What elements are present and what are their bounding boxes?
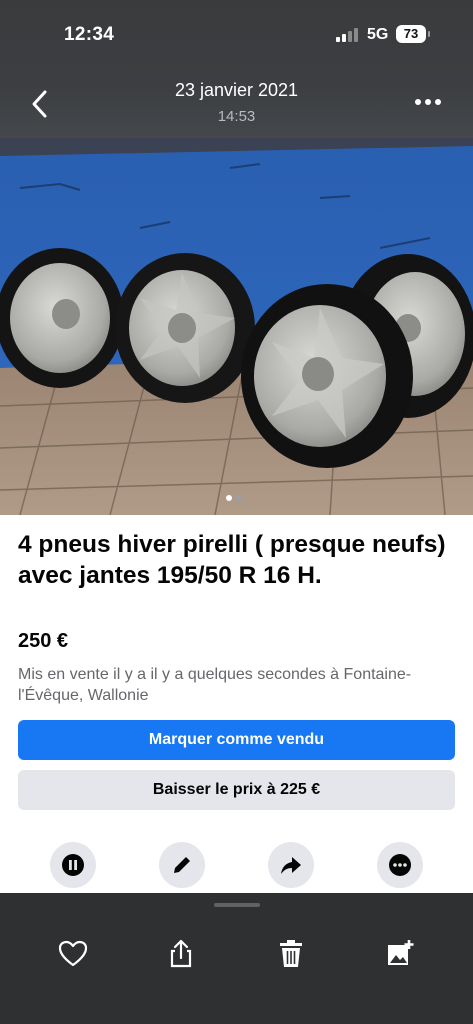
listing-price: 250 € bbox=[18, 630, 69, 652]
listing-photo[interactable] bbox=[0, 138, 473, 515]
pause-listing-button[interactable] bbox=[50, 842, 96, 888]
more-options-button[interactable] bbox=[412, 90, 444, 114]
heart-icon bbox=[58, 940, 88, 967]
add-photo-button[interactable] bbox=[383, 937, 417, 971]
lower-price-button[interactable]: Baisser le prix à 225 € bbox=[18, 770, 455, 810]
listing-meta: Mis en vente il y a il y a quelques seco… bbox=[18, 666, 412, 704]
favorite-button[interactable] bbox=[56, 937, 90, 971]
listing-title: 4 pneus hiver pirelli ( presque neufs) a… bbox=[18, 531, 446, 589]
trash-icon bbox=[280, 940, 302, 967]
tires-photo bbox=[0, 138, 473, 515]
more-horizontal-icon bbox=[415, 99, 441, 105]
pause-icon bbox=[62, 854, 84, 876]
share-icon bbox=[170, 939, 192, 968]
share-listing-button[interactable] bbox=[268, 842, 314, 888]
sheet-grabber[interactable] bbox=[214, 903, 260, 907]
add-photo-icon bbox=[388, 940, 414, 965]
status-time: 12:34 bbox=[64, 24, 115, 45]
photo-page-indicator bbox=[226, 488, 244, 506]
delete-button[interactable] bbox=[274, 937, 308, 971]
cellular-signal-icon bbox=[336, 28, 360, 42]
network-type: 5G bbox=[367, 26, 389, 43]
message-date: 23 janvier 2021 bbox=[174, 80, 299, 100]
pencil-icon bbox=[174, 857, 190, 873]
status-bar: 12:34 5G 73 bbox=[0, 0, 473, 66]
edit-listing-button[interactable] bbox=[159, 842, 205, 888]
share-button[interactable] bbox=[164, 937, 198, 971]
battery-icon: 73 bbox=[396, 25, 430, 43]
listing-details: 4 pneus hiver pirelli ( presque neufs) a… bbox=[0, 515, 473, 893]
more-actions-button[interactable] bbox=[377, 842, 423, 888]
mark-as-sold-button[interactable]: Marquer comme vendu bbox=[18, 720, 455, 760]
nav-bar: 23 janvier 2021 14:53 bbox=[0, 72, 473, 134]
share-arrow-icon bbox=[281, 857, 301, 874]
header-area: 12:34 5G 73 23 janvier 2021 14:53 bbox=[0, 0, 473, 138]
bottom-toolbar bbox=[0, 893, 473, 1024]
message-time: 14:53 bbox=[217, 108, 256, 125]
more-icon bbox=[389, 854, 411, 876]
